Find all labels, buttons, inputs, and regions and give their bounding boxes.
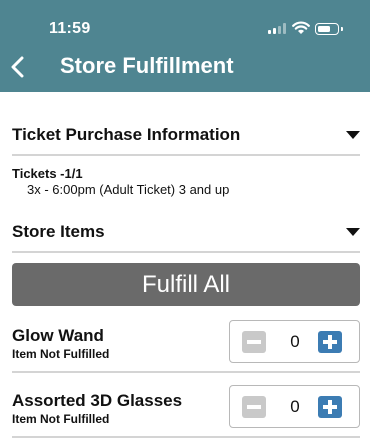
increment-button[interactable] bbox=[318, 396, 342, 418]
store-item-row: Glow Wand Item Not Fulfilled 0 bbox=[12, 318, 360, 373]
quantity-stepper: 0 bbox=[229, 385, 360, 428]
item-name: Assorted 3D Glasses bbox=[12, 391, 183, 410]
item-status: Item Not Fulfilled bbox=[12, 412, 110, 426]
page-title: Store Fulfillment bbox=[60, 53, 234, 78]
signal-icon bbox=[268, 23, 286, 34]
store-items-section-toggle[interactable]: Store Items bbox=[12, 209, 360, 253]
back-chevron-icon[interactable] bbox=[8, 56, 28, 78]
quantity-value[interactable]: 0 bbox=[282, 332, 308, 352]
item-status: Item Not Fulfilled bbox=[12, 347, 110, 361]
plus-icon-vertical bbox=[328, 400, 332, 414]
minus-icon bbox=[247, 340, 261, 344]
tickets-title: Tickets -1/1 bbox=[12, 166, 83, 181]
status-time: 11:59 bbox=[49, 20, 91, 37]
store-item-row: Assorted 3D Glasses Item Not Fulfilled 0 bbox=[12, 383, 360, 438]
quantity-value[interactable]: 0 bbox=[282, 397, 308, 417]
item-name: Glow Wand bbox=[12, 326, 104, 345]
ticket-purchase-section-label: Ticket Purchase Information bbox=[12, 125, 241, 144]
nav-bar: 11:59 Store Fulfillment bbox=[0, 0, 370, 92]
fulfill-all-button[interactable]: Fulfill All bbox=[12, 263, 360, 306]
caret-down-icon bbox=[346, 131, 360, 139]
battery-icon bbox=[315, 23, 343, 35]
caret-down-icon bbox=[346, 228, 360, 236]
increment-button[interactable] bbox=[318, 331, 342, 353]
plus-icon-vertical bbox=[328, 335, 332, 349]
ticket-line: 3x - 6:00pm (Adult Ticket) 3 and up bbox=[27, 182, 230, 197]
minus-icon bbox=[247, 405, 261, 409]
ticket-purchase-section-toggle[interactable]: Ticket Purchase Information bbox=[12, 112, 360, 156]
decrement-button[interactable] bbox=[242, 331, 266, 353]
quantity-stepper: 0 bbox=[229, 320, 360, 363]
store-items-section-label: Store Items bbox=[12, 222, 105, 241]
wifi-icon bbox=[292, 21, 310, 34]
decrement-button[interactable] bbox=[242, 396, 266, 418]
status-icons bbox=[268, 20, 348, 36]
